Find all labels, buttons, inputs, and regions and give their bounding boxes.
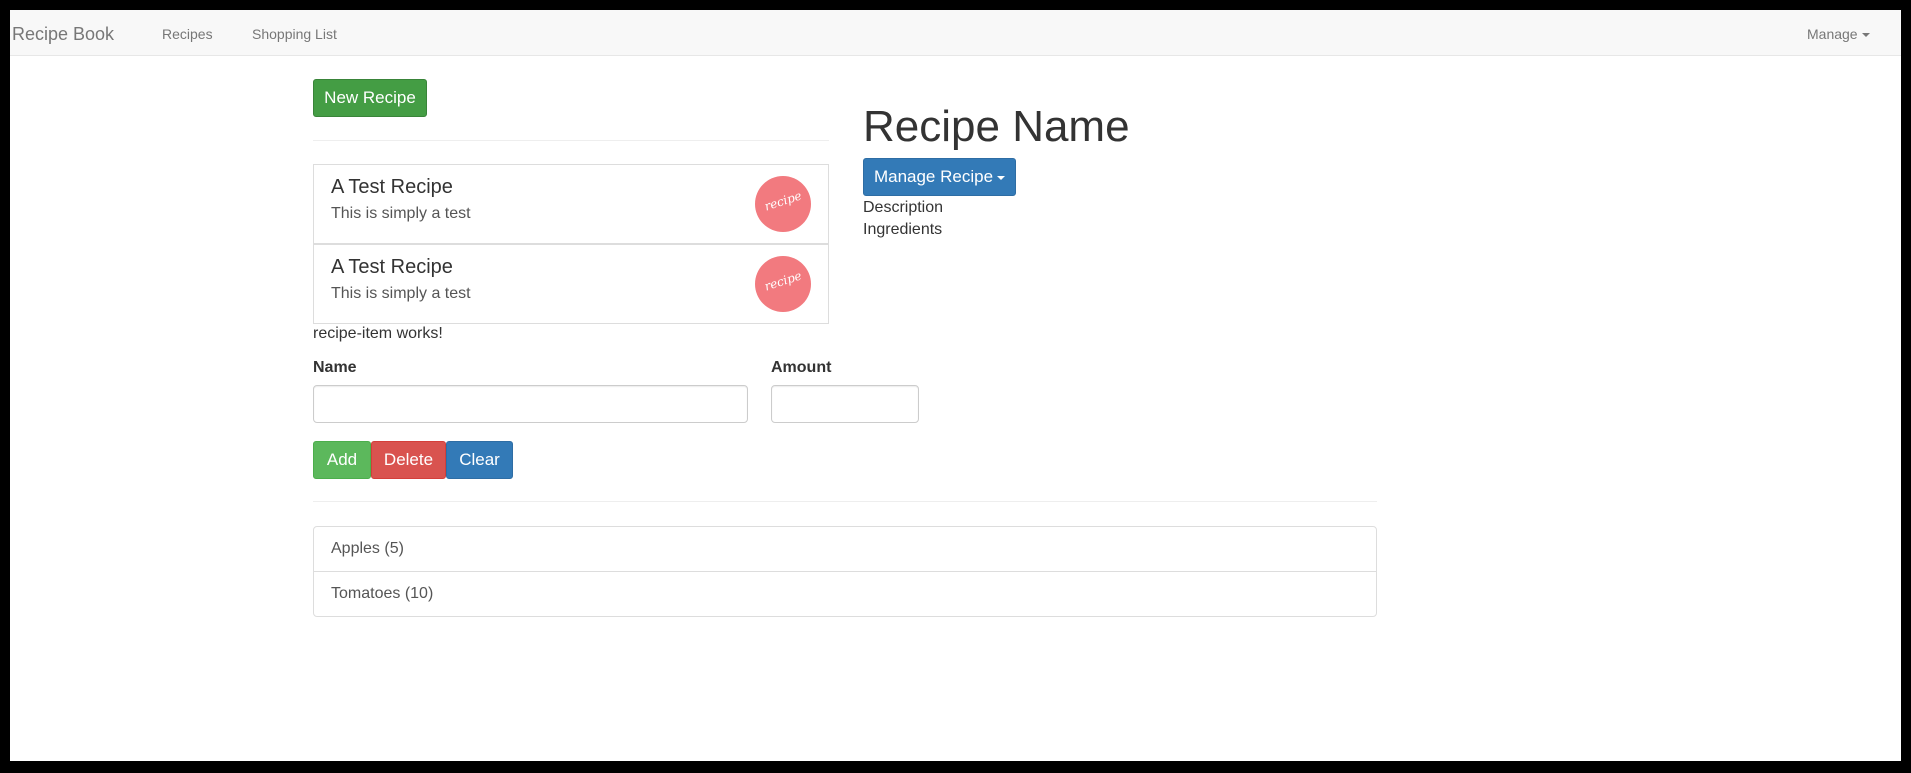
recipe-image-text: recipe <box>762 188 804 214</box>
app-window: Recipe Book Recipes Shopping List Manage… <box>10 10 1901 761</box>
divider <box>313 140 829 141</box>
name-input[interactable] <box>313 385 748 423</box>
nav-link-recipes[interactable]: Recipes <box>162 26 213 42</box>
manage-recipe-button[interactable]: Manage Recipe <box>863 158 1016 196</box>
recipe-item-title: A Test Recipe <box>331 256 453 278</box>
recipe-image: recipe <box>755 176 811 232</box>
recipe-item-works-text: recipe-item works! <box>313 325 443 342</box>
navbar-brand[interactable]: Recipe Book <box>12 24 114 45</box>
amount-input[interactable] <box>771 385 919 423</box>
recipe-list-item[interactable]: A Test Recipe This is simply a test reci… <box>313 244 829 324</box>
shopping-list-item[interactable]: Apples (5) <box>313 526 1377 572</box>
recipe-image-text: recipe <box>762 268 804 294</box>
manage-recipe-label: Manage Recipe <box>873 167 994 186</box>
chevron-down-icon <box>997 175 1006 180</box>
divider <box>313 501 1377 502</box>
amount-field-label: Amount <box>771 359 832 376</box>
navbar: Recipe Book Recipes Shopping List Manage <box>10 10 1901 56</box>
manage-dropdown[interactable]: Manage <box>1807 26 1870 42</box>
shopping-list-item[interactable]: Tomatoes (10) <box>313 571 1377 617</box>
recipe-item-title: A Test Recipe <box>331 176 453 198</box>
ingredients-label: Ingredients <box>863 221 943 238</box>
nav-link-shopping-list[interactable]: Shopping List <box>252 26 337 42</box>
recipe-detail-title: Recipe Name <box>863 102 1130 151</box>
manage-dropdown-label: Manage <box>1807 26 1858 42</box>
description-label: Description <box>863 199 944 216</box>
clear-button[interactable]: Clear <box>446 441 513 479</box>
shopping-list-item-label: Tomatoes (10) <box>331 585 434 602</box>
chevron-down-icon <box>1861 33 1870 38</box>
add-button[interactable]: Add <box>313 441 371 479</box>
recipe-list-item[interactable]: A Test Recipe This is simply a test reci… <box>313 164 829 244</box>
shopping-list-item-label: Apples (5) <box>331 540 404 557</box>
name-field-label: Name <box>313 359 357 376</box>
recipe-item-description: This is simply a test <box>331 285 471 302</box>
new-recipe-button[interactable]: New Recipe <box>313 79 427 117</box>
delete-button[interactable]: Delete <box>371 441 446 479</box>
recipe-item-description: This is simply a test <box>331 205 471 222</box>
recipe-image: recipe <box>755 256 811 312</box>
